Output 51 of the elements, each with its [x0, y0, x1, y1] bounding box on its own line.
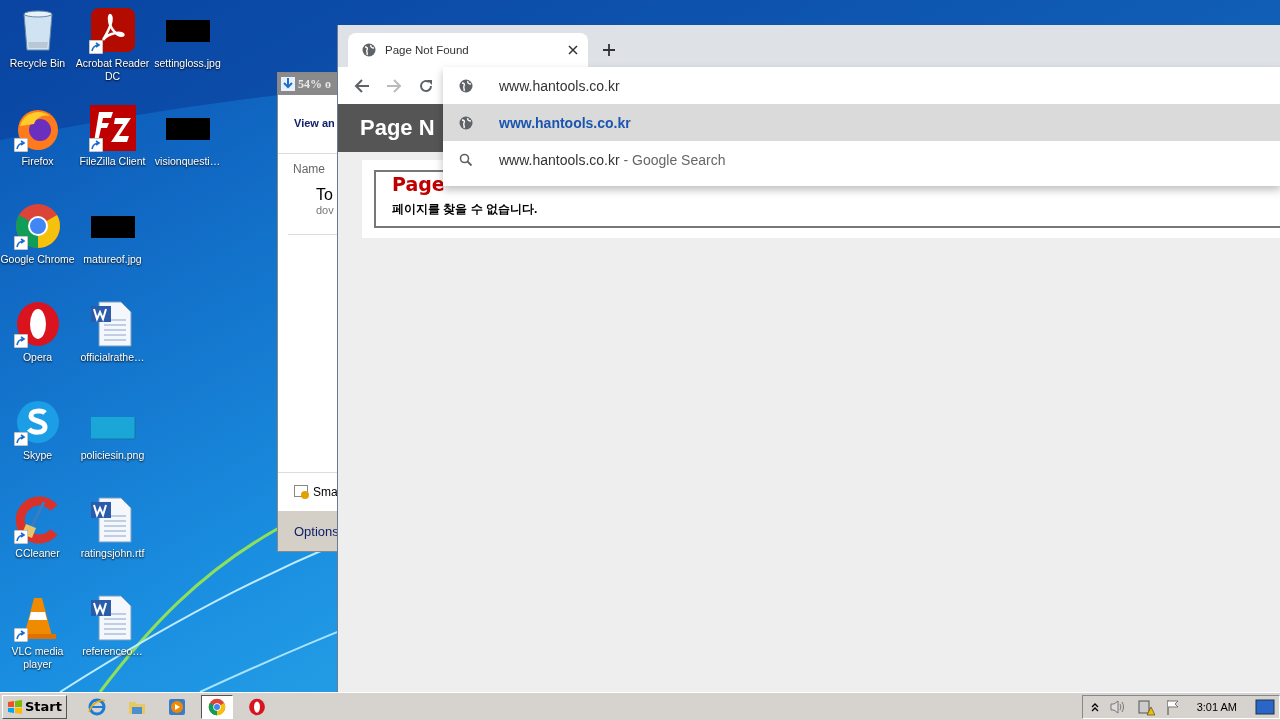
opera-icon: [248, 697, 266, 716]
back-icon[interactable]: [354, 77, 370, 94]
desktop-icon[interactable]: Google Chrome: [0, 202, 75, 300]
desktop-icon[interactable]: VLC media player: [0, 594, 75, 692]
desktop-icon[interactable]: ratingsjohn.rtf: [75, 496, 150, 594]
close-icon[interactable]: [568, 45, 578, 55]
reload-icon[interactable]: [418, 77, 434, 94]
download-icon: [281, 77, 295, 91]
browser-tab[interactable]: Page Not Found: [348, 33, 588, 67]
chevron-up-icon[interactable]: [1090, 701, 1099, 712]
network-warning-icon[interactable]: [1136, 697, 1155, 716]
notice-text: Sma: [313, 485, 338, 499]
page-header: Page N: [360, 115, 435, 141]
desktop-icon[interactable]: FileZilla Client: [75, 104, 150, 202]
taskbar-button[interactable]: [201, 694, 233, 719]
column-header: Name: [292, 161, 326, 178]
desktop-icon[interactable]: settingloss.jpg: [150, 6, 225, 104]
desktop-icon[interactable]: visionquesti…: [150, 104, 225, 202]
desktop-icon[interactable]: officialrathe…: [75, 300, 150, 398]
desktop-icon[interactable]: Skype: [0, 398, 75, 496]
start-button[interactable]: Start: [2, 694, 67, 719]
page-message: 페이지를 찾을 수 없습니다.: [392, 201, 539, 218]
windows-logo-icon: [7, 699, 23, 714]
suggestion-item[interactable]: www.hantools.co.kr - Google Search: [443, 141, 1280, 178]
page-title: Page: [392, 173, 446, 195]
clock[interactable]: 3:01 AM: [1196, 700, 1237, 713]
image-thumbnail-icon: [88, 416, 137, 440]
globe-icon: [459, 78, 473, 93]
desktop-icon[interactable]: policiesin.png: [75, 398, 150, 496]
desktop-icon[interactable]: Opera: [0, 300, 75, 398]
internet-explorer-icon: [88, 697, 106, 716]
desktop-icon[interactable]: Acrobat Reader DC: [75, 6, 150, 104]
globe-icon: [459, 115, 473, 130]
show-desktop-icon[interactable]: [1255, 698, 1275, 715]
suggestion-item[interactable]: www.hantools.co.kr: [443, 104, 1280, 141]
flag-icon[interactable]: [1164, 698, 1181, 715]
download-title: To: [315, 186, 334, 204]
warning-icon: [294, 485, 310, 499]
globe-icon: [362, 43, 376, 57]
new-tab-icon[interactable]: [602, 43, 616, 57]
search-icon: [459, 152, 473, 167]
desktop-icon[interactable]: Firefox: [0, 104, 75, 202]
media-player-icon: [168, 697, 186, 716]
chrome-icon: [13, 202, 62, 250]
address-field[interactable]: www.hantools.co.kr: [499, 77, 899, 94]
desktop-icon[interactable]: CCleaner: [0, 496, 75, 594]
desktop-icon[interactable]: matureof.jpg: [75, 202, 150, 300]
chrome-icon: [208, 697, 226, 716]
speaker-icon[interactable]: [1108, 698, 1127, 715]
desktop-icon[interactable]: Recycle Bin: [0, 6, 75, 104]
window-title: 54% o: [278, 73, 340, 95]
